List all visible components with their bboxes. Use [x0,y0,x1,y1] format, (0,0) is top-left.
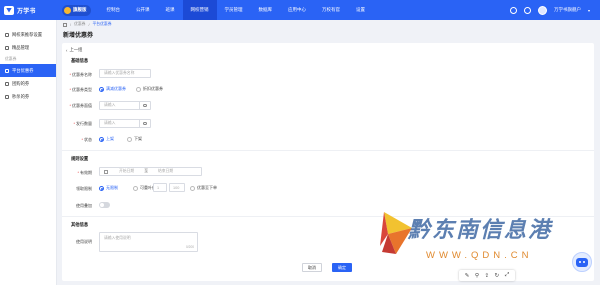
avatar[interactable] [537,5,547,15]
stack-toggle[interactable] [99,202,110,208]
page-title: 新增优惠券 [63,33,94,39]
breadcrumb-item[interactable]: 优惠券 [74,22,85,27]
radio-icon [99,86,104,92]
section-title-basic: 基础信息 [71,58,89,63]
desc-counter: 0/200 [186,245,194,249]
notification-icon[interactable] [523,6,531,14]
home-icon[interactable] [63,22,67,27]
calendar-icon [104,169,108,174]
nav-item-database[interactable]: 数据库 [251,0,281,20]
sidebar-item-products[interactable]: 精品管理 [0,41,56,54]
divider [62,216,594,217]
help-icon[interactable] [509,6,517,14]
box-icon [5,45,9,50]
section-title-rules: 规则设置 [71,156,89,161]
nav-item-marketing[interactable]: 网校营销 [182,0,217,20]
radio-icon [136,86,141,92]
nav-item-official[interactable]: 万校有官 [314,0,348,20]
robot-face-icon [576,257,588,267]
search-button[interactable] [139,120,150,127]
stack-label: 使用叠加 [76,203,92,208]
refresh-icon[interactable]: ↻ [495,273,500,279]
coupon-type-label: *优惠券类型 [69,87,92,92]
brand-logo-icon [4,5,14,15]
cancel-button[interactable]: 取消 [302,263,322,272]
confirm-button[interactable]: 确定 [332,263,352,272]
coupon-amount-label: *优惠券面值 [69,103,92,108]
radio-icon [127,136,132,142]
nav-item-console[interactable]: 控制台 [99,0,129,20]
type-radio-full-reduction[interactable]: 满减优惠券 [99,86,126,92]
period-range-input[interactable]: 开始日期 至 结束日期 [99,167,202,176]
edition-label: 旗舰版 [73,7,87,12]
form-card: ‹ 上一组 基础信息 *优惠券名称 请输入优惠券名称 *优惠券类型 满减优惠券 … [62,43,594,281]
desc-label: 使用说明 [76,239,92,244]
chevron-down-icon[interactable]: ▾ [588,8,590,13]
back-label: 上一组 [69,47,83,52]
sidebar-group-label: 优惠券 [5,56,17,61]
sidebar-item-recommend[interactable]: 网校来推荐设置 [0,28,56,41]
sidebar: 网校来推荐设置 精品管理 优惠券 平台优惠券 团购的券 秒杀的券 [0,20,57,285]
settings-icon [5,32,9,37]
brand[interactable]: 万学书 [0,5,60,15]
coupon-name-input[interactable]: 请输入优惠券名称 [99,69,151,78]
coupon-amount-input[interactable]: 请输入 [99,101,151,110]
link-icon[interactable]: ⚲ [475,273,479,279]
search-icon [143,121,147,126]
limit-label: 领取限制 [76,186,92,191]
coupon-quantity-label: *发行数量 [73,121,92,126]
radio-icon [133,185,138,191]
user-name[interactable]: 万学书旗舰户 [554,7,581,13]
limit-radio-order[interactable]: 优惠至下单 [190,185,217,191]
nav-item-apps[interactable]: 应用中心 [280,0,314,20]
sidebar-item-label: 网校来推荐设置 [12,31,43,37]
status-radio-off[interactable]: 下架 [127,136,142,142]
section-title-other: 其他信息 [71,222,89,227]
coupon-quantity-input[interactable]: 请输入 [99,119,151,128]
coupon-icon [5,68,9,73]
crown-icon [64,6,71,14]
sidebar-item-label: 精品管理 [12,44,30,50]
group-icon [5,81,9,86]
radio-icon [190,185,195,191]
floating-toolbar: ✎ ⚲ ⇪ ↻ ⤢ [459,270,515,281]
radio-icon [99,185,104,191]
edition-badge[interactable]: 旗舰版 [62,4,91,16]
share-icon[interactable]: ⇪ [485,273,490,279]
desc-textarea[interactable]: 请输入使用说明 0/200 [99,232,198,252]
assistant-robot-icon[interactable] [572,252,592,272]
period-end: 结束日期 [157,169,174,173]
divider [62,150,594,151]
limit-max-input[interactable]: 100 [169,183,185,192]
brand-name: 万学书 [17,8,36,15]
period-start: 开始日期 [119,169,135,173]
sidebar-item-label: 团购的券 [12,80,30,86]
back-button[interactable]: ‹ 上一组 [66,47,82,53]
period-label: *有效期 [77,170,92,175]
pin-icon[interactable]: ✎ [465,273,470,279]
nav-item-settings[interactable]: 设置 [348,0,373,20]
nav-item-class[interactable]: 班课 [158,0,183,20]
limit-min-input[interactable]: 1 [153,183,167,192]
search-icon [143,103,147,108]
type-radio-discount[interactable]: 折扣优惠券 [136,86,163,92]
main-nav: 控制台 公开课 班课 网校营销 学员管理 数据库 应用中心 万校有官 设置 [99,0,374,20]
coupon-name-label: *优惠券名称 [69,72,92,77]
breadcrumb: / 优惠券 / 平台优惠券 [57,20,600,29]
search-button[interactable] [139,102,150,109]
sidebar-item-label: 平台优惠券 [12,67,34,73]
status-label: *状态 [81,137,92,142]
nav-item-students[interactable]: 学员管理 [217,0,251,20]
sidebar-item-label: 秒杀的券 [12,93,30,99]
breadcrumb-current: 平台优惠券 [92,22,112,26]
top-bar: 万学书 旗舰版 控制台 公开课 班课 网校营销 学员管理 数据库 应用中心 万校… [0,0,600,20]
flash-icon [5,94,9,99]
limit-radio-none[interactable]: 无限制 [99,185,118,191]
status-radio-on[interactable]: 上架 [99,136,114,142]
chevron-left-icon: ‹ [66,47,68,53]
nav-item-open-class[interactable]: 公开课 [128,0,158,20]
radio-icon [99,136,104,142]
collapse-icon[interactable]: ⤢ [505,272,509,279]
top-right-tools: 万学书旗舰户 ▾ [509,5,600,15]
